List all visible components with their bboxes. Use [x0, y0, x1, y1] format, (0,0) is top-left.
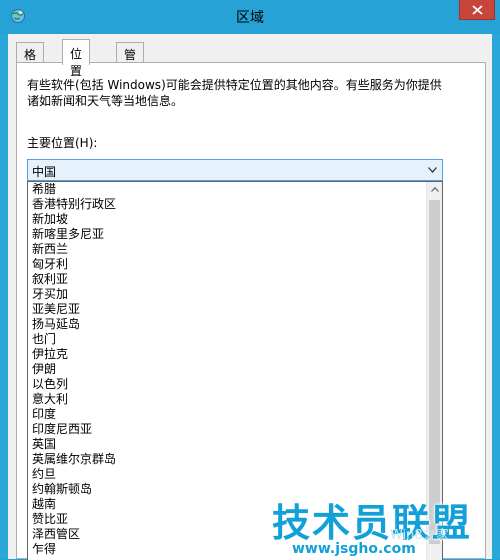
location-option[interactable]: 越南 — [28, 497, 426, 512]
description-line-2: 诸如新闻和天气等当地信息。 — [27, 94, 184, 108]
selected-location: 中国 — [32, 165, 57, 179]
location-option[interactable]: 新喀里多尼亚 — [28, 227, 426, 242]
tab-location[interactable]: 位置 — [62, 39, 91, 78]
tab-formats[interactable]: 格式 — [16, 42, 45, 79]
location-option[interactable]: 叙利亚 — [28, 272, 426, 287]
location-option[interactable]: 伊拉克 — [28, 347, 426, 362]
dialog-client-area: 格式 位置 管理 有些软件(包括 Windows)可能会提供特定位置的其他内容。… — [8, 34, 492, 560]
location-description: 有些软件(包括 Windows)可能会提供特定位置的其他内容。有些服务为你提供 … — [27, 77, 477, 109]
location-option[interactable]: 英国 — [28, 437, 426, 452]
location-option[interactable]: 希腊 — [28, 182, 426, 197]
location-options: 希腊 香港特别行政区 新加坡 新喀里多尼亚 新西兰 匈牙利 叙利亚 牙买加 亚美尼亚 扬马延岛 也门… — [28, 182, 426, 557]
location-option[interactable]: 印度尼西亚 — [28, 422, 426, 437]
location-option[interactable]: 香港特别行政区 — [28, 197, 426, 212]
description-line-1: 有些软件(包括 Windows)可能会提供特定位置的其他内容。有些服务为你提供 — [27, 78, 442, 92]
window-title: 区域 — [236, 10, 264, 26]
location-option[interactable]: 约旦 — [28, 467, 426, 482]
location-option[interactable]: 以色列 — [28, 377, 426, 392]
location-option[interactable]: 伊朗 — [28, 362, 426, 377]
location-option[interactable]: 约翰斯顿岛 — [28, 482, 426, 497]
location-option[interactable]: 匈牙利 — [28, 257, 426, 272]
region-window: 区域 格式 位置 管理 有些软件(包括 Windows)可能会提供特定位置的其他… — [0, 0, 500, 560]
location-option[interactable]: 新加坡 — [28, 212, 426, 227]
chevron-down-icon — [428, 167, 437, 173]
location-option[interactable]: 乍得 — [28, 542, 426, 557]
location-option[interactable]: 新西兰 — [28, 242, 426, 257]
close-button[interactable] — [459, 0, 495, 20]
dropdown-scrollbar[interactable] — [426, 182, 442, 560]
location-option[interactable]: 英属维尔京群岛 — [28, 452, 426, 467]
location-option[interactable]: 扬马延岛 — [28, 317, 426, 332]
chevron-up-icon — [431, 187, 439, 192]
close-icon — [472, 5, 483, 15]
scroll-thumb[interactable] — [429, 200, 440, 544]
location-option[interactable]: 牙买加 — [28, 287, 426, 302]
home-location-label: 主要位置(H): — [27, 136, 98, 150]
location-option[interactable]: 意大利 — [28, 392, 426, 407]
tab-administrative[interactable]: 管理 — [116, 42, 145, 79]
scroll-track[interactable] — [429, 200, 440, 555]
location-option[interactable]: 亚美尼亚 — [28, 302, 426, 317]
location-option[interactable]: 印度 — [28, 407, 426, 422]
location-option[interactable]: 泽西管区 — [28, 527, 426, 542]
location-option[interactable]: 赞比亚 — [28, 512, 426, 527]
home-location-select[interactable]: 中国 — [27, 159, 443, 181]
location-dropdown-list[interactable]: 希腊 香港特别行政区 新加坡 新喀里多尼亚 新西兰 匈牙利 叙利亚 牙买加 亚美尼亚 扬马延岛 也门… — [27, 181, 443, 560]
scroll-up-button[interactable] — [427, 182, 442, 198]
title-bar[interactable]: 区域 — [0, 0, 500, 34]
location-panel: 有些软件(包括 Windows)可能会提供特定位置的其他内容。有些服务为你提供 … — [16, 62, 486, 560]
location-option[interactable]: 也门 — [28, 332, 426, 347]
